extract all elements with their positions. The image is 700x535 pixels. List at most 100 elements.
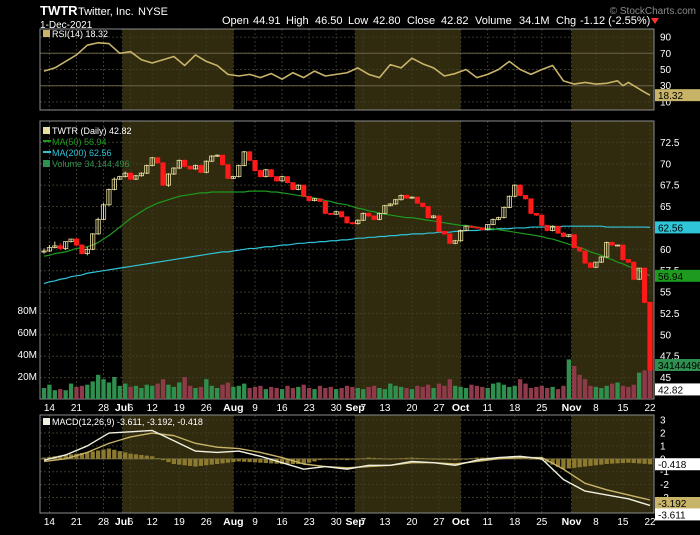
candle-body [257,170,263,177]
x-axis-macd-tick-label: 27 [433,517,445,528]
x-axis-price-tick-label: Aug [223,402,243,414]
candle-body [344,216,350,224]
ticker-symbol: TWTR [40,3,78,18]
price-tick-label: 55 [660,288,672,299]
macd-histogram-bar [220,458,225,464]
volume-bar [160,379,166,399]
macd-histogram-bar [566,458,572,469]
candle-body [474,226,480,229]
volume-bar [485,388,490,399]
volume-bar [577,374,582,399]
x-axis-macd-tick-label: 6 [128,517,134,528]
macd-histogram-bar [609,458,615,464]
macd-legend-swatch [43,418,50,425]
candle-body [441,230,447,235]
macd-histogram-bar [306,458,312,463]
macd-histogram-bar [258,458,263,463]
volume-bar [133,385,139,399]
candle-body [436,215,442,232]
macd-histogram-bar [425,458,431,460]
macd-histogram-bar [593,458,599,466]
volume-bar [220,384,225,399]
volume-bar [128,386,133,399]
volume-bar [447,379,452,399]
price-tick-label: 65 [660,202,672,213]
candle-body [155,157,161,164]
x-axis-price-tick-label: 30 [331,403,343,414]
volume-bar [274,388,279,399]
x-axis-price-tick-label: 15 [617,403,629,414]
volume-label: Volume [475,15,512,27]
volume-bar [480,386,485,399]
macd-histogram-bar [436,458,442,460]
macd-histogram-bar [420,458,425,459]
volume-bar [117,385,122,399]
volume-bar [642,370,647,399]
macd-histogram-bar [642,458,647,464]
x-axis-macd-tick-label: 14 [44,517,56,528]
close-label: Close [407,15,435,27]
x-axis-price-tick-label: 13 [379,403,391,414]
volume-bar [150,385,155,399]
price-tick-label: 70 [660,159,672,170]
volume-bar [361,389,366,399]
macd-histogram-bar [572,458,577,468]
volume-bar [523,383,528,399]
high-value: 46.50 [315,15,343,27]
x-axis-price-tick-label: 21 [71,403,83,414]
volume-bar [371,385,377,399]
price-tick-label: 45 [660,373,672,384]
candle-body [301,184,307,197]
candle-body [609,242,615,246]
volume-bar [490,383,496,399]
volume-bar [101,379,106,399]
volume-bar [144,384,149,399]
volume-bar [588,385,593,399]
macd-histogram-bar [366,457,371,459]
price-legend-text: TWTR (Daily) 42.82 [52,126,132,136]
macd-histogram-bar [209,458,214,465]
macd-tick-label: 2 [660,429,666,440]
macd-histogram-bar [41,457,47,459]
candle-body [577,247,583,252]
macd-histogram-bar [133,454,139,459]
volume-bar [425,384,431,399]
exchange-label: NYSE [138,6,168,18]
volume-bar [377,388,382,399]
volume-bar [79,385,85,399]
price-month-shade [355,121,461,399]
macd-histogram-bar [171,458,177,464]
macd-histogram-bar [388,458,393,460]
macd-histogram-bar [214,458,220,464]
macd-histogram-bar [615,458,620,464]
macd-tick-label: 3 [660,416,666,427]
macd-histogram-bar [469,458,474,459]
volume-bar [231,386,236,399]
candle-body [539,214,545,226]
macd-histogram-bar [409,457,415,459]
candle-body [128,172,134,180]
volume-bar [155,383,160,399]
volume-bar [193,388,198,399]
volume-bar [609,383,615,399]
rsi-legend-text: RSI(14) 18.32 [52,29,108,39]
x-axis-price-tick-label: 14 [44,403,56,414]
rsi-legend-swatch [43,30,50,37]
macd-signal-value: -3.192 [658,499,687,510]
x-axis-macd-tick-label: 7 [360,517,366,528]
volume-bar [550,386,555,399]
x-axis-price-tick-label: 26 [201,403,213,414]
price-tick-label: 72.5 [660,138,680,149]
macd-histogram-bar [371,457,377,459]
volume-bar [474,385,480,399]
x-axis-macd-tick-label: 25 [536,517,548,528]
ma50-last-value: 56.94 [658,272,683,283]
x-axis-macd-tick-label: 21 [71,517,83,528]
candle-body [528,198,534,214]
chg-value: -1.12 (-2.55%) [580,15,650,27]
candle-body [198,165,204,173]
volume-bar [106,382,112,399]
volume-bar [296,386,301,399]
volume-bar [225,382,231,399]
candle-body [522,195,529,200]
